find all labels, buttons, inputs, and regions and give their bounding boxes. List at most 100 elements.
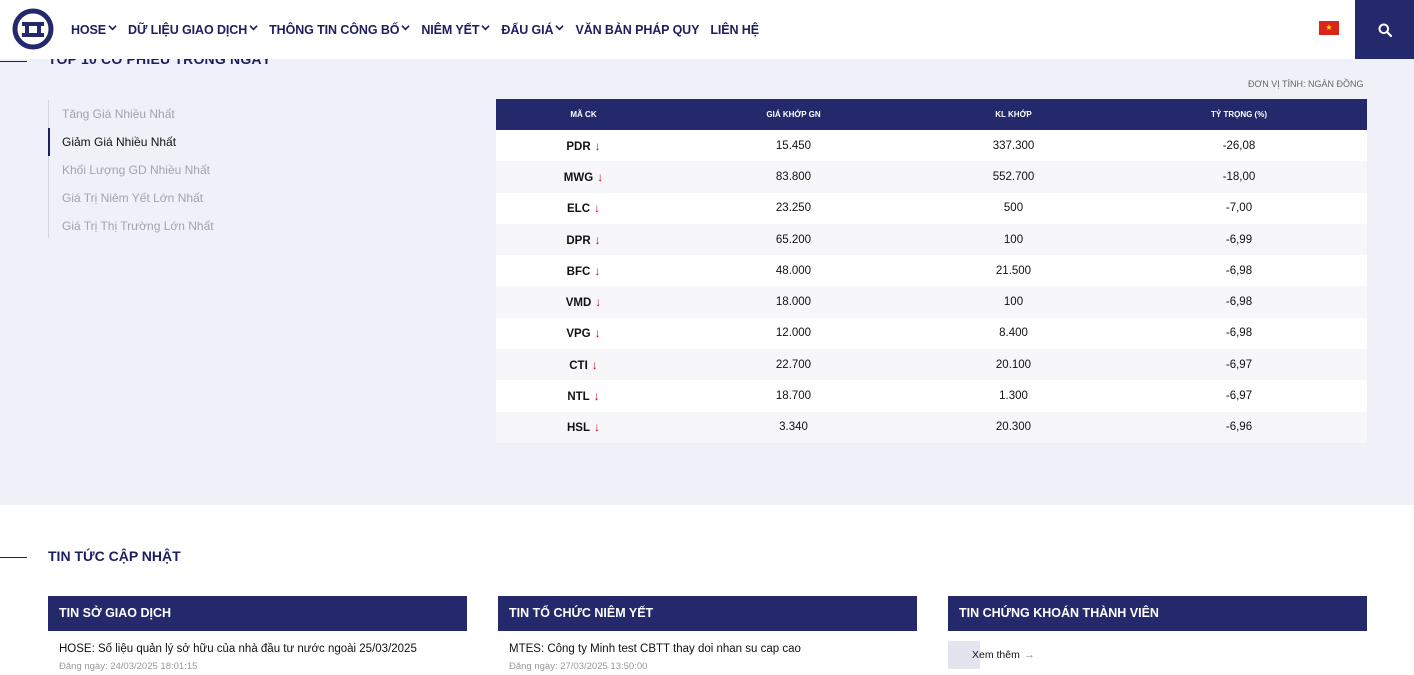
price-cell: 12.000 <box>671 327 916 339</box>
price-cell: 65.200 <box>671 234 916 246</box>
hose-logo[interactable] <box>12 8 54 50</box>
nav-item-listing[interactable]: NIÊM YẾT <box>421 23 491 37</box>
volume-cell: 20.300 <box>916 421 1111 433</box>
volume-cell: 21.500 <box>916 265 1111 277</box>
cell-value: -6,98 <box>1225 296 1253 309</box>
stock-symbol-cell: HSL ↓ <box>496 420 671 434</box>
volume-cell: 500 <box>916 202 1111 214</box>
table-body: PDR ↓ 15.450 337.300 -26,08 MWG ↓ 83.800 552.700… <box>496 130 1367 443</box>
search-icon <box>1378 23 1392 37</box>
chevron-down-icon <box>401 25 411 31</box>
cell-value: 23.250 <box>775 202 812 215</box>
nav-item-contact[interactable]: LIÊN HỆ <box>710 23 759 37</box>
unit-label: ĐƠN VỊ TÍNH: NGÀN ĐỒNG <box>1248 79 1364 89</box>
cell-value: -6,97 <box>1225 390 1253 403</box>
tab-top-gainers[interactable]: Tăng Giá Nhiều Nhất <box>49 100 268 128</box>
volume-cell: 100 <box>916 234 1111 246</box>
stock-symbol[interactable]: MWG <box>564 172 593 184</box>
news-item[interactable]: HOSE: Số liệu quản lý sở hữu của nhà đầu… <box>48 631 467 672</box>
weight-cell: -6,99 <box>1111 234 1367 246</box>
cell-value: 100 <box>1003 233 1024 246</box>
stock-symbol-cell: BFC ↓ <box>496 264 671 278</box>
arrow-down-icon: ↓ <box>597 169 604 184</box>
table-row[interactable]: ELC ↓ 23.250 500 -7,00 <box>496 192 1367 224</box>
table-row[interactable]: PDR ↓ 15.450 337.300 -26,08 <box>496 130 1367 162</box>
table-row[interactable]: VPG ↓ 12.000 8.400 -6,98 <box>496 317 1367 350</box>
table-row[interactable]: VMD ↓ 18.000 100 -6,98 <box>496 286 1367 318</box>
stock-symbol[interactable]: VPG <box>566 328 590 340</box>
chevron-down-icon <box>555 25 565 31</box>
news-column-member: TIN CHỨNG KHOÁN THÀNH VIÊN Xem thêm → <box>948 596 1367 669</box>
top-stocks-table: MÃ CK GIÁ KHỚP GN KL KHỚP TỶ TRỌNG (%) P… <box>496 99 1367 443</box>
stock-symbol[interactable]: DPR <box>566 235 590 247</box>
nav-item-disclosure[interactable]: THÔNG TIN CÔNG BỐ <box>269 22 411 37</box>
nav-label: DỮ LIỆU GIAO DỊCH <box>128 22 248 37</box>
stock-symbol-cell: MWG ↓ <box>496 170 671 184</box>
cell-value: 12.000 <box>775 327 812 340</box>
site-header: HOSE DỮ LIỆU GIAO DỊCH THÔNG TIN CÔNG BỐ… <box>0 0 1414 59</box>
tab-top-volume[interactable]: Khối Lượng GD Nhiều Nhất <box>49 156 268 184</box>
volume-cell: 8.400 <box>916 327 1111 339</box>
vietnam-flag-icon[interactable]: ★ <box>1319 21 1339 35</box>
volume-cell: 20.100 <box>916 359 1111 371</box>
view-more-button[interactable]: Xem thêm → <box>948 641 1058 669</box>
cell-value: -6,99 <box>1225 233 1253 246</box>
table-row[interactable]: DPR ↓ 65.200 100 -6,99 <box>496 223 1367 256</box>
stock-symbol[interactable]: ELC <box>567 203 590 215</box>
table-row[interactable]: NTL ↓ 18.700 1.300 -6,97 <box>496 380 1367 412</box>
section-divider <box>0 61 27 62</box>
stock-symbol[interactable]: PDR <box>566 141 590 153</box>
weight-cell: -6,98 <box>1111 265 1367 277</box>
column-header: GIÁ KHỚP GN <box>766 110 821 119</box>
volume-cell: 552.700 <box>916 171 1111 183</box>
news-column-heading[interactable]: TIN TỔ CHỨC NIÊM YẾT <box>498 596 917 631</box>
price-cell: 3.340 <box>671 421 916 433</box>
table-row[interactable]: HSL ↓ 3.340 20.300 -6,96 <box>496 411 1367 443</box>
chevron-down-icon <box>108 25 117 31</box>
price-cell: 23.250 <box>671 202 916 214</box>
weight-cell: -26,08 <box>1111 140 1367 152</box>
news-column-heading[interactable]: TIN SỞ GIAO DỊCH <box>48 596 467 631</box>
tab-top-losers[interactable]: Giảm Giá Nhiều Nhất <box>48 128 268 156</box>
stock-symbol[interactable]: HSL <box>567 422 590 434</box>
table-header: MÃ CK GIÁ KHỚP GN KL KHỚP TỶ TRỌNG (%) <box>496 99 1367 130</box>
stock-symbol[interactable]: NTL <box>567 391 589 403</box>
cell-value: 552.700 <box>992 170 1035 183</box>
cell-value: 20.100 <box>995 358 1032 371</box>
arrow-down-icon: ↓ <box>594 201 600 216</box>
stock-symbol-cell: VPG ↓ <box>496 326 671 340</box>
price-cell: 48.000 <box>671 265 916 277</box>
news-item[interactable]: MTES: Công ty Minh test CBTT thay doi nh… <box>498 631 917 672</box>
stock-symbol[interactable]: VMD <box>566 297 592 309</box>
price-cell: 15.450 <box>671 140 916 152</box>
tab-top-listed-value[interactable]: Giá Trị Niêm Yết Lớn Nhất <box>49 184 268 212</box>
weight-cell: -6,98 <box>1111 296 1367 308</box>
table-row[interactable]: MWG ↓ 83.800 552.700 -18,00 <box>496 161 1367 193</box>
nav-item-regulations[interactable]: VĂN BẢN PHÁP QUY <box>575 23 699 37</box>
news-column-heading[interactable]: TIN CHỨNG KHOÁN THÀNH VIÊN <box>948 596 1367 631</box>
weight-cell: -6,98 <box>1111 327 1367 339</box>
nav-item-trading-data[interactable]: DỮ LIỆU GIAO DỊCH <box>128 23 258 37</box>
cell-value: -26,08 <box>1222 139 1256 152</box>
table-row[interactable]: BFC ↓ 48.000 21.500 -6,98 <box>496 255 1367 287</box>
news-section-title: TIN TỨC CẬP NHẬT <box>48 548 181 564</box>
cell-value: 100 <box>1003 296 1024 309</box>
search-button[interactable] <box>1355 0 1414 59</box>
news-item-title[interactable]: MTES: Công ty Minh test CBTT thay doi nh… <box>509 643 917 655</box>
table-row[interactable]: CTI ↓ 22.700 20.100 -6,97 <box>496 349 1367 381</box>
stock-symbol[interactable]: BFC <box>567 266 591 278</box>
price-cell: 18.700 <box>671 390 916 402</box>
news-item-title[interactable]: HOSE: Số liệu quản lý sở hữu của nhà đầu… <box>59 643 467 655</box>
news-item-date: Đăng ngày: 24/03/2025 18:01:15 <box>59 661 198 672</box>
weight-cell: -6,96 <box>1111 421 1367 433</box>
nav-item-auction[interactable]: ĐẤU GIÁ <box>501 23 565 37</box>
nav-label: THÔNG TIN CÔNG BỐ <box>269 22 400 37</box>
news-column-exchange: TIN SỞ GIAO DỊCH HOSE: Số liệu quản lý s… <box>48 596 467 672</box>
stock-symbol[interactable]: CTI <box>569 360 588 372</box>
cell-value: 20.300 <box>995 421 1032 434</box>
tab-top-market-cap[interactable]: Giá Trị Thị Trường Lớn Nhất <box>49 212 268 240</box>
cell-value: 18.000 <box>775 296 812 309</box>
news-item-date: Đăng ngày: 27/03/2025 13:50:00 <box>509 661 648 672</box>
nav-item-hose[interactable]: HOSE <box>71 23 117 37</box>
volume-cell: 1.300 <box>916 390 1111 402</box>
